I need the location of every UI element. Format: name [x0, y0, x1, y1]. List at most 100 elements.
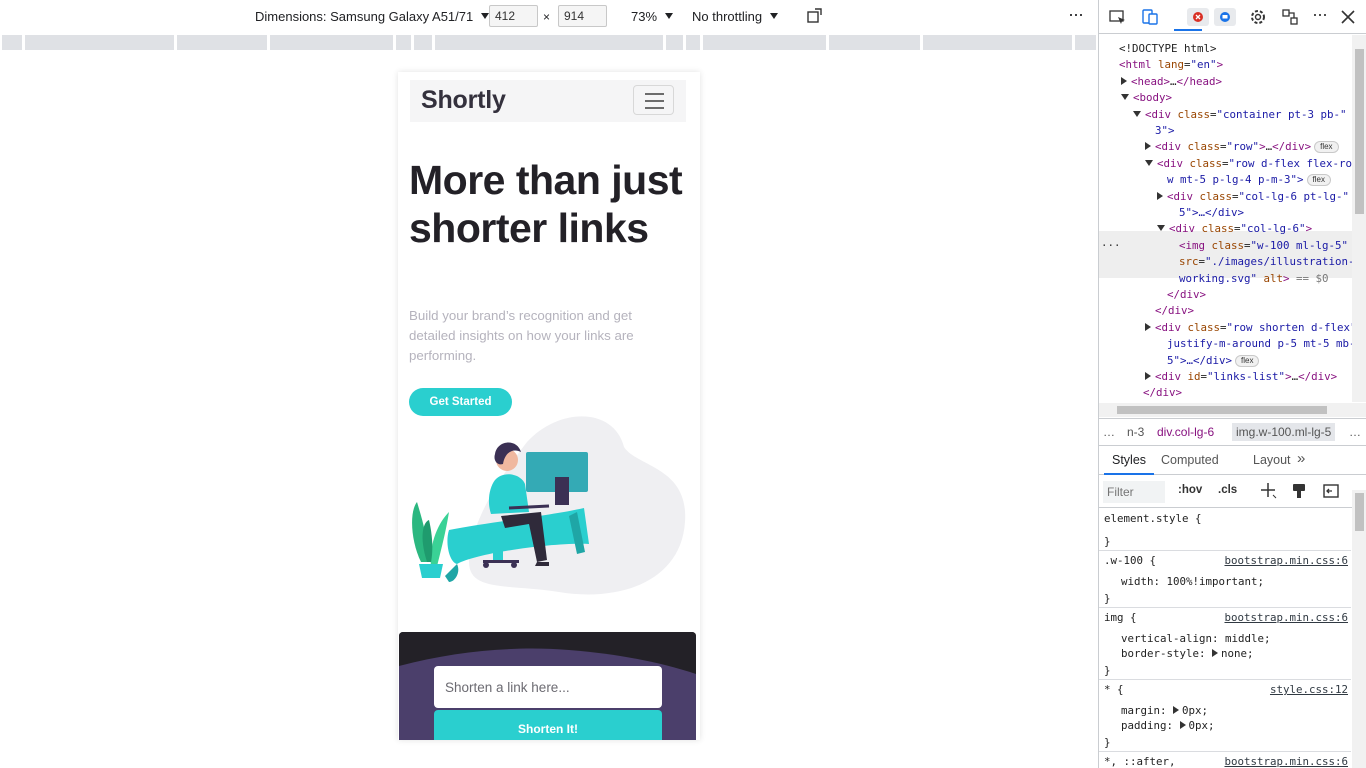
css-property[interactable]: vertical-align: middle;: [1121, 631, 1271, 646]
media-query-segment[interactable]: [414, 35, 432, 50]
media-query-segment[interactable]: [923, 35, 1072, 50]
dom-node-line[interactable]: <div class="row shorten d-flex": [1145, 320, 1355, 336]
css-selector[interactable]: *, ::after,: [1104, 754, 1176, 768]
toggle-sidebar-icon[interactable]: [1323, 483, 1339, 504]
dom-node-line[interactable]: <img class="w-100 ml-lg-5" ···: [1101, 238, 1348, 254]
collapse-arrow-icon[interactable]: [1145, 159, 1153, 166]
collapse-arrow-icon[interactable]: [1121, 94, 1129, 101]
collapse-arrow-icon[interactable]: [1157, 225, 1165, 232]
dom-node-line[interactable]: w mt-5 p-lg-4 p-m-3"> flex: [1167, 172, 1331, 188]
dom-node-line[interactable]: </div>: [1143, 385, 1182, 401]
flex-badge[interactable]: flex: [1235, 354, 1260, 367]
css-property[interactable]: padding: 0px;: [1121, 718, 1215, 733]
elements-horizontal-scrollbar[interactable]: [1099, 403, 1366, 417]
tab-layout[interactable]: Layout: [1253, 453, 1291, 467]
device-toggle-icon[interactable]: [1141, 8, 1159, 26]
expand-arrow-icon[interactable]: [1212, 649, 1219, 657]
tab-styles[interactable]: Styles: [1112, 453, 1146, 467]
styles-filter-input[interactable]: [1103, 481, 1165, 503]
more-tools-icon[interactable]: ···: [1312, 4, 1330, 24]
connections-icon[interactable]: [1281, 8, 1299, 26]
device-width-input[interactable]: 412: [489, 5, 538, 27]
dom-node-line[interactable]: justify-m-around p-5 mt-5 mb-: [1167, 336, 1355, 352]
cls-toggle[interactable]: .cls: [1218, 484, 1237, 496]
media-query-segment[interactable]: [177, 35, 267, 50]
css-property[interactable]: border-style: none;: [1121, 646, 1254, 661]
expand-arrow-icon[interactable]: [1145, 142, 1151, 151]
rotate-icon[interactable]: [806, 7, 824, 28]
issues-badge-icon[interactable]: [1214, 8, 1236, 26]
css-property[interactable]: margin: 0px;: [1121, 703, 1208, 718]
collapse-arrow-icon[interactable]: [1133, 110, 1141, 117]
dom-node-line[interactable]: 5">…</div>: [1179, 205, 1244, 221]
paint-icon[interactable]: [1291, 483, 1307, 504]
media-query-segment[interactable]: [829, 35, 920, 50]
dom-node-line[interactable]: src="./images/illustration-: [1179, 254, 1355, 270]
css-selector[interactable]: .w-100 {: [1104, 553, 1156, 568]
dom-node-line[interactable]: 5">…</div> flex: [1167, 353, 1260, 369]
css-selector[interactable]: element.style {: [1104, 511, 1202, 526]
shorten-it-button[interactable]: Shorten It!: [434, 710, 662, 740]
media-query-segment[interactable]: [25, 35, 174, 50]
css-source-link[interactable]: bootstrap.min.css:6: [1224, 553, 1348, 568]
dom-node-line[interactable]: <div class="row d-flex flex-ro: [1145, 156, 1352, 172]
dom-node-line[interactable]: <div class="col-lg-6 pt-lg-": [1157, 189, 1349, 205]
flex-badge[interactable]: flex: [1314, 141, 1339, 154]
breadcrumb-item[interactable]: n-3: [1127, 425, 1144, 439]
dom-node-line[interactable]: working.svg" alt> == $0: [1179, 271, 1329, 287]
css-source-link[interactable]: bootstrap.min.css:6: [1224, 610, 1348, 625]
hov-toggle[interactable]: :hov: [1178, 484, 1202, 496]
dom-node-line[interactable]: <head>…</head>: [1121, 74, 1222, 90]
breadcrumb-more[interactable]: …: [1103, 425, 1115, 439]
inspect-element-icon[interactable]: [1109, 8, 1127, 26]
breadcrumb-more[interactable]: …: [1349, 425, 1361, 439]
dom-node-line[interactable]: <html lang="en">: [1119, 57, 1223, 73]
media-query-segment[interactable]: [1075, 35, 1096, 50]
close-icon[interactable]: [1339, 8, 1357, 26]
shorten-link-input[interactable]: [434, 666, 662, 708]
more-options-icon[interactable]: ···: [1068, 4, 1084, 25]
dom-node-line[interactable]: <div class="row">…</div> flex: [1145, 139, 1339, 155]
media-query-segment[interactable]: [703, 35, 826, 50]
hamburger-menu-icon[interactable]: [633, 85, 674, 115]
css-property[interactable]: width: 100%!important;: [1121, 574, 1264, 589]
dom-node-line[interactable]: </div>: [1167, 287, 1206, 303]
errors-badge-icon[interactable]: [1187, 8, 1209, 26]
breadcrumb-item[interactable]: div.col-lg-6: [1157, 425, 1214, 439]
elements-scrollbar[interactable]: [1352, 35, 1366, 402]
dom-node-line[interactable]: <div id="links-list">…</div>: [1145, 369, 1337, 385]
expand-arrow-icon[interactable]: [1173, 706, 1180, 714]
media-query-segment[interactable]: [270, 35, 393, 50]
breadcrumb-item[interactable]: img.w-100.ml-lg-5: [1232, 423, 1336, 441]
device-dimensions-dropdown[interactable]: Dimensions: Samsung Galaxy A51/71: [255, 9, 490, 24]
css-selector[interactable]: * {: [1104, 682, 1124, 697]
expand-arrow-icon[interactable]: [1157, 191, 1163, 200]
media-query-segment[interactable]: [686, 35, 700, 50]
dom-node-line[interactable]: <div class="col-lg-6">: [1157, 221, 1312, 237]
settings-gear-icon[interactable]: [1249, 8, 1267, 26]
media-query-segment[interactable]: [2, 35, 22, 50]
dom-node-line[interactable]: 3">: [1155, 123, 1175, 139]
media-query-segment[interactable]: [666, 35, 683, 50]
expand-arrow-icon[interactable]: [1121, 76, 1127, 85]
dom-node-line[interactable]: <div class="container pt-3 pb-": [1133, 107, 1347, 123]
scrollbar-thumb[interactable]: [1355, 493, 1364, 531]
css-selector[interactable]: img {: [1104, 610, 1137, 625]
dom-node-line[interactable]: <body>: [1121, 90, 1172, 106]
logo[interactable]: Shortly: [421, 86, 506, 115]
flex-badge[interactable]: flex: [1306, 174, 1331, 187]
expand-arrow-icon[interactable]: [1145, 372, 1151, 380]
media-query-segment[interactable]: [435, 35, 663, 50]
scrollbar-thumb[interactable]: [1355, 49, 1364, 214]
new-style-rule-icon[interactable]: [1259, 481, 1277, 504]
throttling-dropdown[interactable]: No throttling: [692, 9, 779, 24]
expand-arrow-icon[interactable]: [1145, 322, 1151, 331]
styles-scrollbar[interactable]: [1352, 490, 1366, 768]
scrollbar-thumb[interactable]: [1117, 406, 1327, 414]
tab-computed[interactable]: Computed: [1161, 453, 1219, 467]
dom-node-line[interactable]: <!DOCTYPE html>: [1119, 41, 1217, 57]
more-tabs-icon[interactable]: »: [1297, 450, 1305, 467]
expand-arrow-icon[interactable]: [1179, 721, 1186, 729]
media-query-segment[interactable]: [396, 35, 411, 50]
zoom-dropdown[interactable]: 73%: [631, 9, 674, 24]
